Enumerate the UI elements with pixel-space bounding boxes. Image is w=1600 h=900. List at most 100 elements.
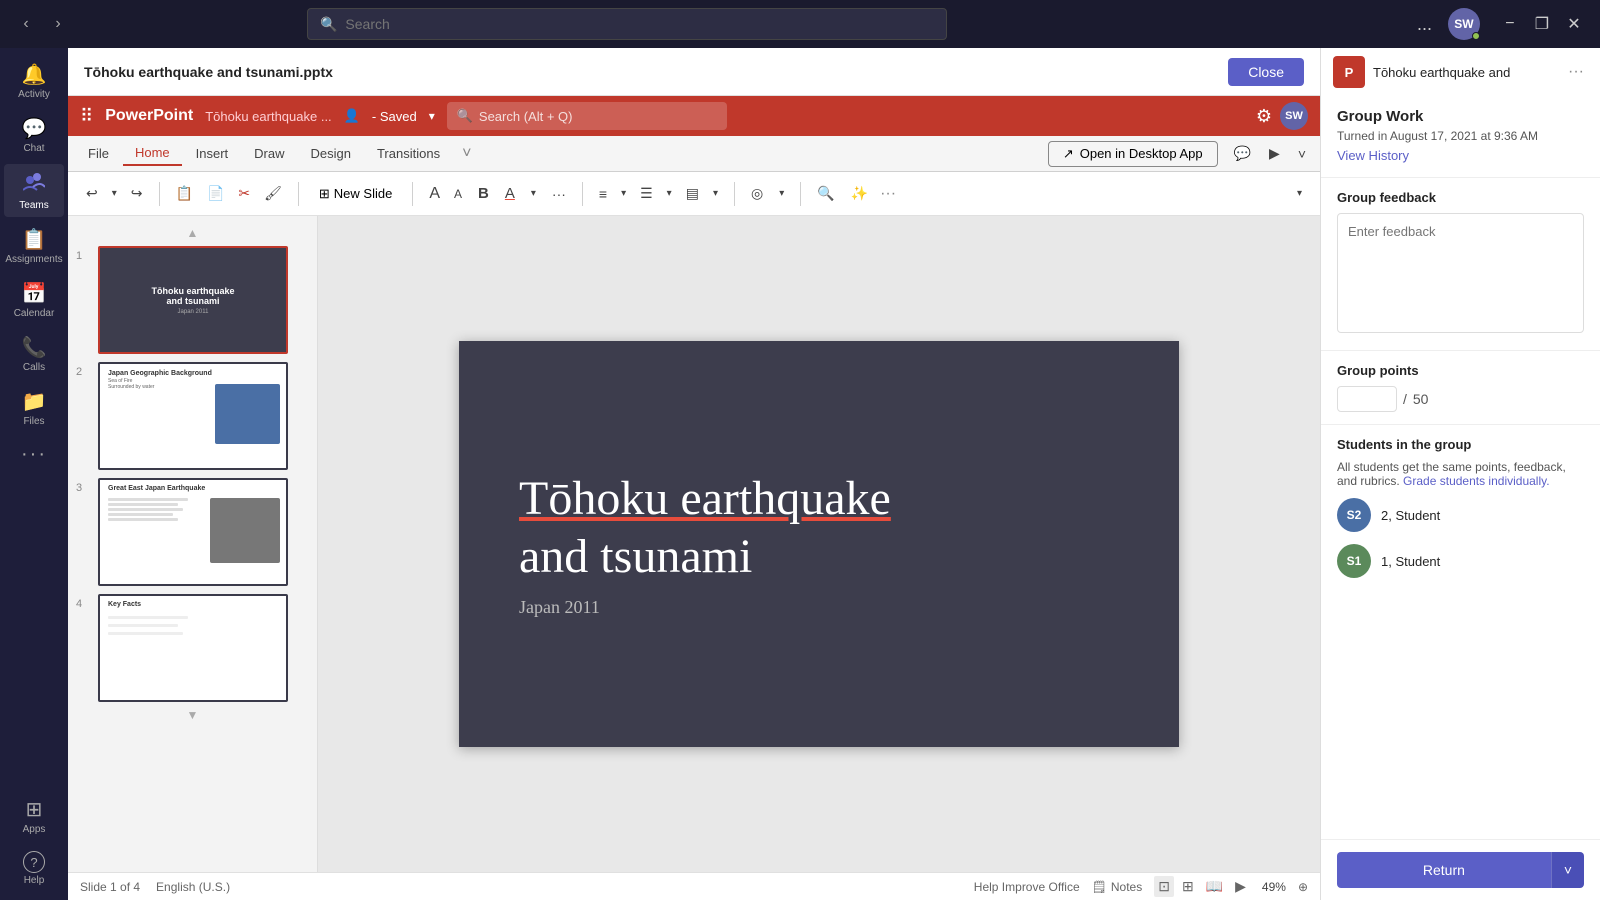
magic-button[interactable]: ✨	[845, 181, 874, 206]
sidebar-item-assignments[interactable]: 📋 Assignments	[4, 221, 64, 271]
toolbar-more[interactable]: ···	[880, 185, 896, 203]
return-button[interactable]: Return	[1337, 852, 1551, 888]
ppt-settings-icon[interactable]: ⚙	[1256, 106, 1272, 127]
zoom-icon[interactable]: ⊕	[1298, 880, 1308, 894]
ppt-saved-dropdown[interactable]: ▾	[429, 109, 435, 123]
return-chevron-button[interactable]: ˅	[1551, 852, 1584, 888]
slide-sorter-icon[interactable]: ⊞	[1178, 876, 1198, 897]
slide-thumb-3[interactable]: 3 Great East Japan Earthquake	[68, 474, 317, 590]
slide-image-2[interactable]: Japan Geographic Background Sea of FireS…	[98, 362, 288, 470]
toolbar-sep-5	[734, 182, 735, 206]
view-history-link[interactable]: View History	[1337, 148, 1409, 163]
more-tabs-icon[interactable]: ˅	[454, 141, 479, 167]
align-button[interactable]: ▤	[680, 181, 705, 206]
minimize-button[interactable]: −	[1496, 10, 1524, 38]
points-max: 50	[1413, 391, 1429, 407]
close-window-button[interactable]: ✕	[1560, 10, 1588, 38]
numbered-dropdown[interactable]: ▾	[661, 184, 678, 203]
sidebar-item-chat[interactable]: 💬 Chat	[4, 110, 64, 160]
present-icon[interactable]: ▶	[1263, 142, 1286, 165]
tab-insert[interactable]: Insert	[184, 142, 241, 165]
group-work-section: Group Work Turned in August 17, 2021 at …	[1321, 96, 1600, 178]
font-size-increase[interactable]: A	[423, 181, 446, 207]
toolbar-chevron-down[interactable]: ▾	[1291, 184, 1308, 203]
shape-dropdown[interactable]: ▾	[773, 184, 790, 203]
right-panel-more-button[interactable]: ···	[1564, 59, 1588, 85]
slide-thumb-2[interactable]: 2 Japan Geographic Background Sea of Fir…	[68, 358, 317, 474]
points-input[interactable]	[1337, 386, 1397, 412]
reading-view-icon[interactable]: 📖	[1202, 876, 1227, 897]
sidebar-item-calls[interactable]: 📞 Calls	[4, 329, 64, 379]
shape-fill-button[interactable]: ◎	[745, 181, 769, 206]
comment-icon[interactable]: 💬	[1228, 142, 1257, 165]
font-color-dropdown[interactable]: ▾	[525, 184, 542, 203]
font-color-button[interactable]: A	[499, 181, 521, 206]
notes-button[interactable]: 🗒 Notes	[1092, 880, 1143, 894]
close-button[interactable]: Close	[1228, 58, 1304, 86]
undo-dropdown[interactable]: ▾	[106, 184, 123, 203]
slideshow-icon[interactable]: ▶	[1231, 876, 1250, 897]
sidebar-item-more[interactable]: ···	[4, 437, 64, 472]
main-row: 🔔 Activity 💬 Chat Teams 📋 Assignments �	[0, 48, 1600, 900]
maximize-button[interactable]: ❐	[1528, 10, 1556, 38]
tab-draw[interactable]: Draw	[242, 142, 296, 165]
bullet-list-button[interactable]: ≡	[593, 182, 613, 206]
apps-icon: ⊞	[26, 797, 43, 822]
students-label: Students in the group	[1337, 437, 1584, 452]
slide-image-1[interactable]: Tōhoku earthquakeand tsunami Japan 2011	[98, 246, 288, 354]
copy-button[interactable]: 📋	[170, 181, 199, 206]
align-dropdown[interactable]: ▾	[707, 184, 724, 203]
feedback-textarea[interactable]	[1337, 213, 1584, 333]
status-dot	[1472, 32, 1480, 40]
slide-image-4[interactable]: Key Facts	[98, 594, 288, 702]
help-improve[interactable]: Help Improve Office	[974, 880, 1080, 894]
scroll-down-button[interactable]: ▼	[68, 706, 317, 724]
undo-button[interactable]: ↩	[80, 181, 104, 206]
sidebar-item-help[interactable]: ? Help	[4, 845, 64, 892]
more-options-toolbar[interactable]: ···	[546, 182, 572, 206]
slide-thumb-1[interactable]: 1 Tōhoku earthquakeand tsunami Japan 201…	[68, 242, 317, 358]
numbered-list-button[interactable]: ☰	[634, 181, 659, 206]
slide-thumb-4[interactable]: 4 Key Facts	[68, 590, 317, 706]
sidebar-item-teams[interactable]: Teams	[4, 164, 64, 217]
format-painter[interactable]: 🖌	[258, 181, 288, 206]
new-slide-button[interactable]: ⊞ New Slide	[309, 182, 402, 206]
cut-button[interactable]: ✂	[232, 181, 256, 206]
bold-button[interactable]: B	[472, 181, 495, 206]
open-desktop-button[interactable]: ↗ Open in Desktop App	[1048, 141, 1218, 167]
tab-home[interactable]: Home	[123, 141, 182, 166]
ppt-search-box[interactable]: 🔍 Search (Alt + Q)	[447, 102, 727, 130]
search-bar[interactable]: 🔍	[307, 8, 947, 40]
slide-image-3[interactable]: Great East Japan Earthquake	[98, 478, 288, 586]
redo-button[interactable]: ↪	[125, 181, 149, 206]
ribbon-more-icon[interactable]: ˅	[1292, 143, 1312, 165]
tab-file[interactable]: File	[76, 142, 121, 165]
avatar[interactable]: SW	[1448, 8, 1480, 40]
back-button[interactable]: ‹	[12, 10, 40, 38]
normal-view-icon[interactable]: ⊡	[1154, 876, 1174, 897]
tab-design[interactable]: Design	[299, 142, 363, 165]
paste-button[interactable]: 📄	[201, 181, 230, 206]
ppt-top-right: ⚙ SW	[1256, 102, 1308, 130]
student-avatar-s2: S2	[1337, 498, 1371, 532]
grade-individually-link[interactable]: Grade students individually.	[1403, 474, 1550, 488]
font-size-decrease[interactable]: A	[448, 183, 468, 205]
tab-transitions[interactable]: Transitions	[365, 142, 452, 165]
top-bar: ‹ › 🔍 ... SW − ❐ ✕	[0, 0, 1600, 48]
sidebar-item-calendar[interactable]: 📅 Calendar	[4, 275, 64, 325]
toolbar-sep-6	[800, 182, 801, 206]
toolbar-sep-1	[159, 182, 160, 206]
sidebar-item-activity[interactable]: 🔔 Activity	[4, 56, 64, 106]
find-button[interactable]: 🔍	[811, 181, 840, 206]
scroll-up-button[interactable]: ▲	[68, 224, 317, 242]
forward-button[interactable]: ›	[44, 10, 72, 38]
more-options-button[interactable]: ...	[1409, 10, 1440, 39]
ppt-avatar[interactable]: SW	[1280, 102, 1308, 130]
sidebar-item-apps[interactable]: ⊞ Apps	[4, 791, 64, 841]
sidebar-item-files[interactable]: 📁 Files	[4, 383, 64, 433]
search-input[interactable]	[345, 16, 934, 32]
ppt-grid-icon[interactable]: ⠿	[80, 106, 93, 127]
students-description: All students get the same points, feedba…	[1337, 460, 1584, 488]
bullet-dropdown[interactable]: ▾	[615, 184, 632, 203]
language-label: English (U.S.)	[156, 880, 230, 894]
